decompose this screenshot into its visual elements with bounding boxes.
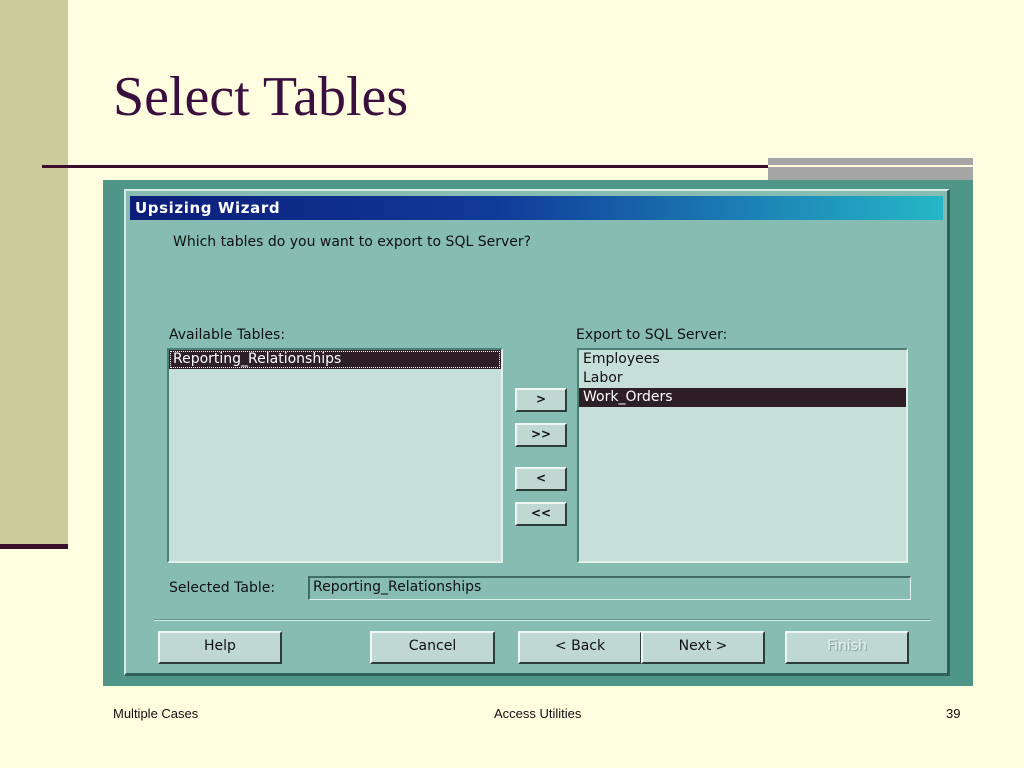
available-tables-label: Available Tables: <box>169 327 286 343</box>
list-item[interactable]: Labor <box>579 369 906 388</box>
list-item[interactable]: Work_Orders <box>579 388 906 407</box>
next-button[interactable]: Next > <box>641 631 765 664</box>
footer-center: Access Utilities <box>494 706 582 721</box>
slide-left-accent-line <box>0 544 68 549</box>
upsizing-wizard-dialog: Upsizing Wizard Which tables do you want… <box>124 189 950 676</box>
help-button[interactable]: Help <box>158 631 282 664</box>
add-all-tables-button[interactable]: >> <box>515 423 567 447</box>
add-table-button[interactable]: > <box>515 388 567 412</box>
remove-table-button[interactable]: < <box>515 467 567 491</box>
wizard-question: Which tables do you want to export to SQ… <box>173 234 532 250</box>
selected-table-field[interactable]: Reporting_Relationships <box>308 576 911 600</box>
export-tables-list[interactable]: Employees Labor Work_Orders <box>577 348 908 563</box>
title-divider <box>42 165 768 168</box>
list-item[interactable]: Reporting_Relationships <box>169 350 501 369</box>
remove-all-tables-button[interactable]: << <box>515 502 567 526</box>
wizard-screenshot: Upsizing Wizard Which tables do you want… <box>103 180 973 686</box>
title-divider-accent <box>768 158 973 180</box>
back-button[interactable]: < Back <box>518 631 642 664</box>
available-tables-list[interactable]: Reporting_Relationships <box>167 348 503 563</box>
selected-table-label: Selected Table: <box>169 580 276 596</box>
dialog-titlebar[interactable]: Upsizing Wizard <box>130 196 943 220</box>
footer-left: Multiple Cases <box>113 706 199 721</box>
cancel-button[interactable]: Cancel <box>370 631 495 664</box>
slide-title: Select Tables <box>113 66 409 128</box>
export-tables-label: Export to SQL Server: <box>576 327 728 343</box>
list-item[interactable]: Employees <box>579 350 906 369</box>
page-number: 39 <box>946 706 961 721</box>
finish-button[interactable]: Finish <box>785 631 909 664</box>
slide-left-accent-bar <box>0 0 68 546</box>
dialog-title: Upsizing Wizard <box>135 199 281 217</box>
dialog-separator <box>154 619 931 621</box>
